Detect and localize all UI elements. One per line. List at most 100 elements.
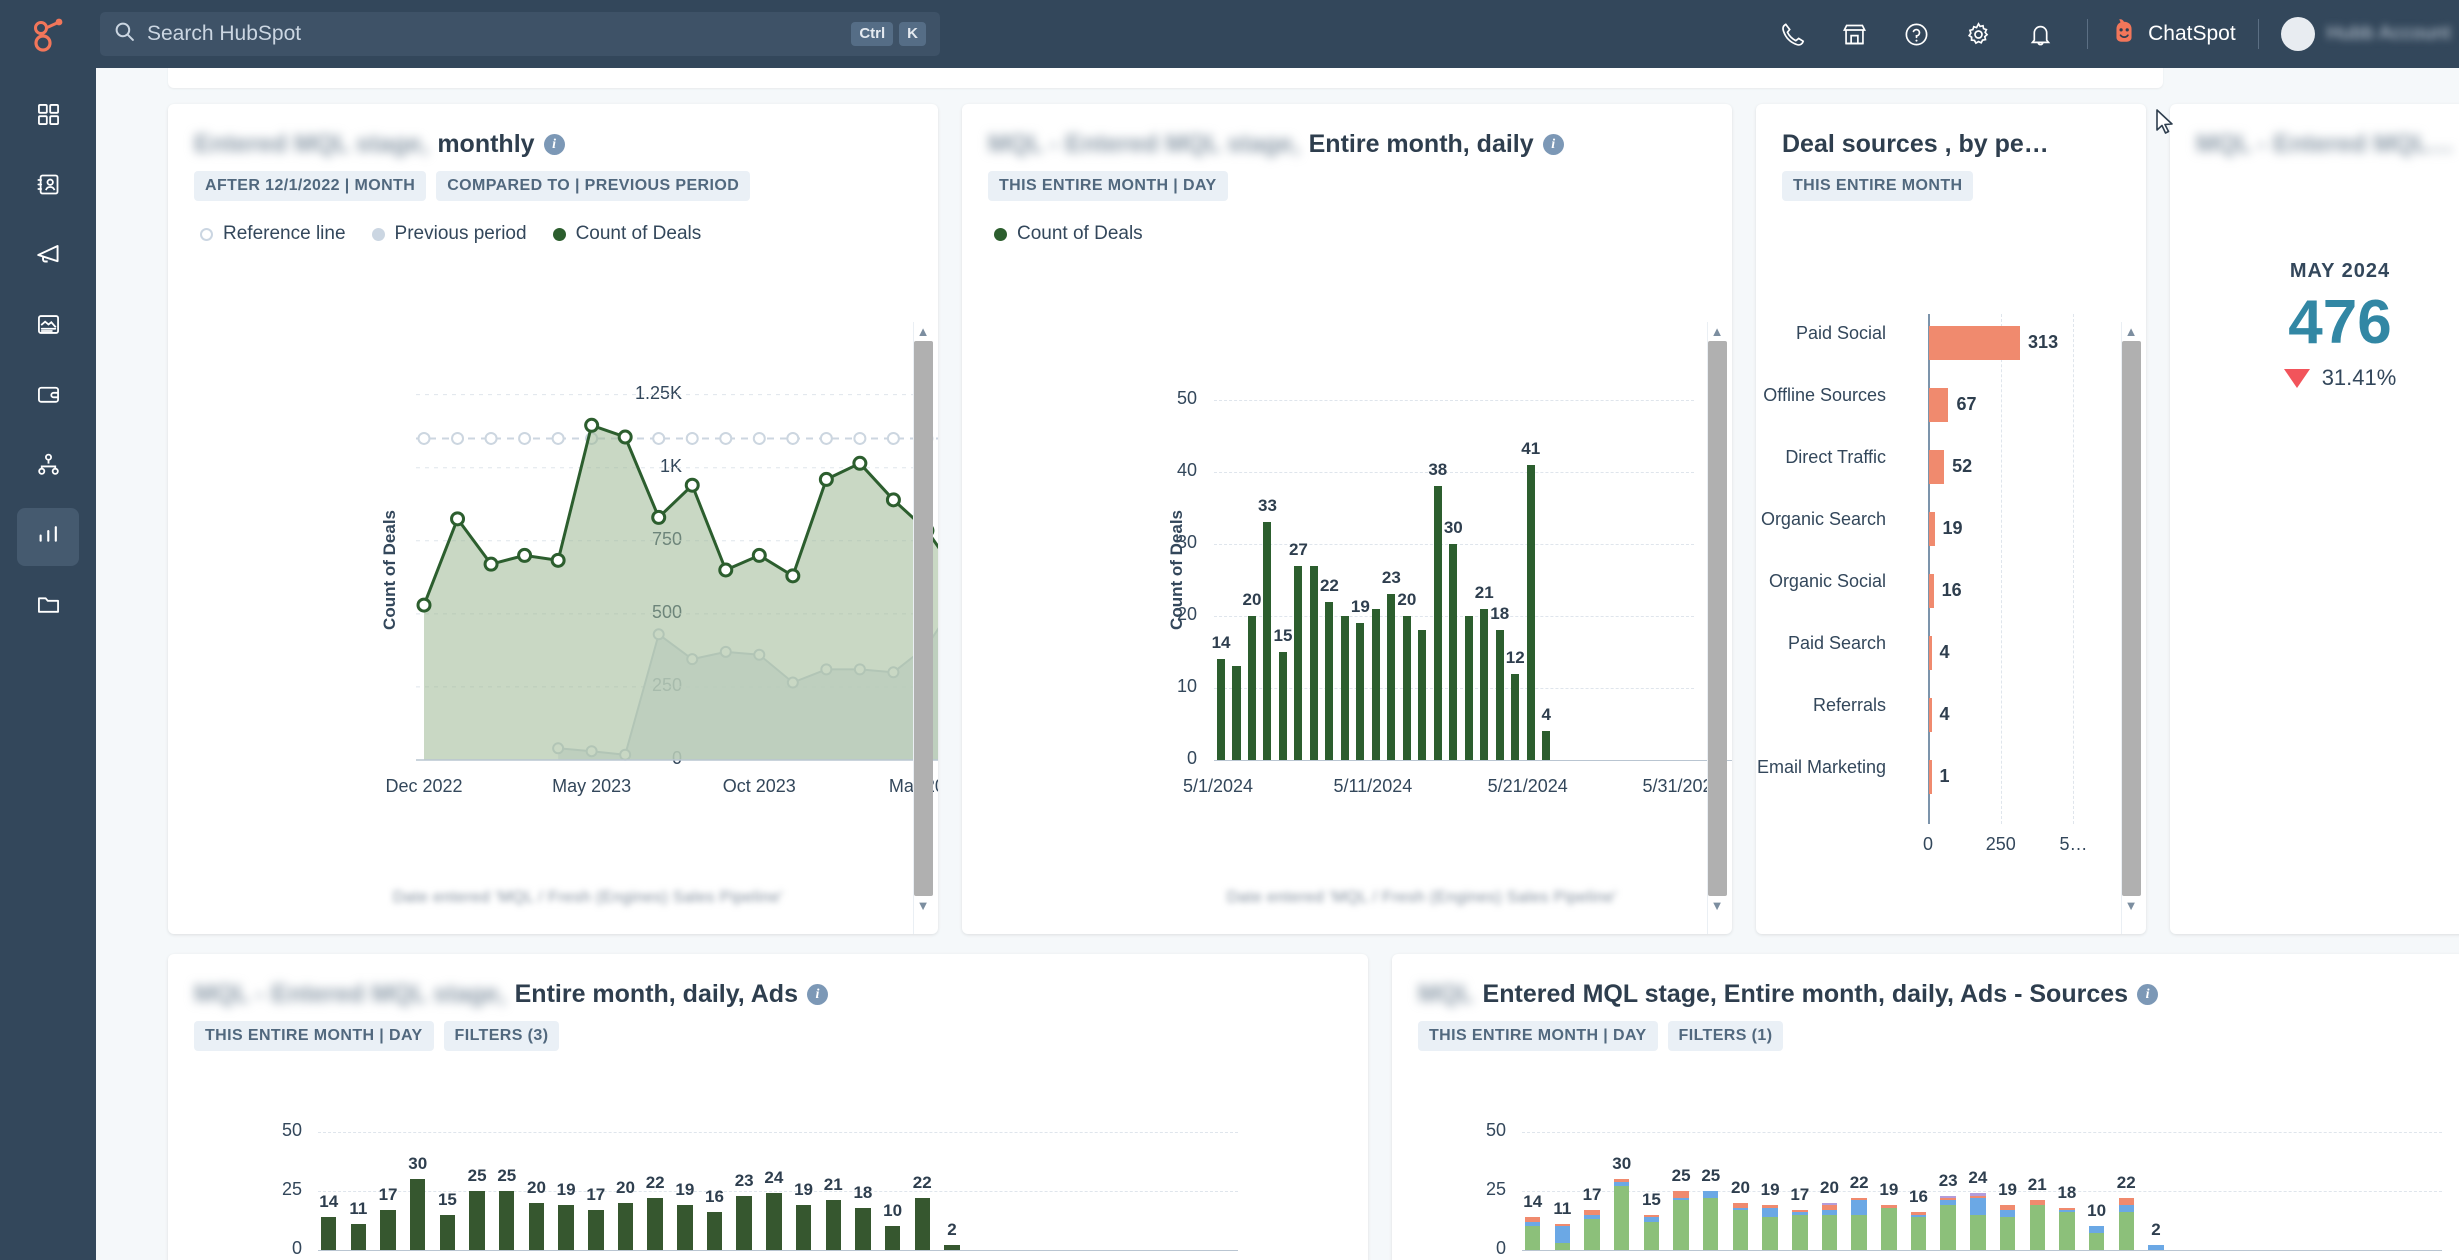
bar-segment[interactable]	[1970, 1195, 1986, 1199]
bar-segment[interactable]	[1970, 1198, 1986, 1215]
bar[interactable]	[1278, 652, 1287, 760]
card-ads-sources[interactable]: MQL Entered MQL stage, Entire month, dai…	[1392, 954, 2459, 1260]
info-icon[interactable]: i	[2137, 984, 2159, 1005]
chip-date-range[interactable]: THIS ENTIRE MONTH | DAY	[988, 171, 1228, 201]
bar-segment[interactable]	[2059, 1207, 2075, 1210]
chart-daily-deals[interactable]: Count of Deals 0 10 20 30 40 50 14 20 33 15 27 22 1…	[962, 340, 1732, 860]
bar-segment[interactable]	[2059, 1209, 2075, 1213]
bar-segment[interactable]	[1732, 1202, 1749, 1208]
bar-segment[interactable]	[1940, 1200, 1956, 1206]
card-scrollbar[interactable]: ▲ ▼	[913, 322, 933, 934]
bar-segment[interactable]	[1525, 1221, 1541, 1227]
bar-segment[interactable]	[1821, 1214, 1838, 1250]
bar[interactable]	[1247, 616, 1256, 760]
legend-item-reference-line[interactable]: Reference line	[200, 223, 346, 245]
bar-segment[interactable]	[1584, 1219, 1600, 1250]
bar[interactable]	[1929, 512, 1935, 546]
bar-segment[interactable]	[1525, 1216, 1541, 1222]
bar-segment[interactable]	[1673, 1198, 1689, 1201]
bar[interactable]	[1217, 659, 1226, 760]
bar-segment[interactable]	[1851, 1200, 1867, 1215]
bar-segment[interactable]	[2029, 1205, 2045, 1250]
bar[interactable]	[528, 1202, 545, 1250]
bar[interactable]	[1929, 450, 1945, 484]
bar[interactable]	[1511, 673, 1520, 760]
bar[interactable]	[825, 1200, 841, 1250]
scroll-down-arrow[interactable]: ▼	[917, 896, 930, 915]
bar-segment[interactable]	[1970, 1214, 1986, 1250]
bar-segment[interactable]	[1554, 1224, 1571, 1227]
bar[interactable]	[350, 1224, 367, 1250]
bar[interactable]	[1480, 608, 1489, 760]
bar[interactable]	[1356, 623, 1365, 760]
sidebar-item-automation[interactable]	[17, 438, 79, 496]
bar-segment[interactable]	[1999, 1205, 2016, 1210]
sidebar-item-commerce[interactable]	[17, 368, 79, 426]
search-input[interactable]: Search HubSpot Ctrl K	[100, 12, 940, 56]
card-daily-deals[interactable]: MQL - Entered MQL stage, Entire month, d…	[962, 104, 1732, 934]
bar[interactable]	[1371, 608, 1380, 760]
legend-item-count-of-deals[interactable]: Count of Deals	[994, 223, 1143, 245]
bar-segment[interactable]	[2118, 1198, 2134, 1206]
bar-segment[interactable]	[1732, 1207, 1749, 1210]
info-icon[interactable]: i	[543, 134, 565, 155]
scroll-up-arrow[interactable]: ▲	[2125, 322, 2138, 341]
bar[interactable]	[1464, 616, 1473, 760]
bar[interactable]	[1387, 594, 1396, 760]
sidebar-item-reporting[interactable]	[17, 508, 79, 566]
chip-filters[interactable]: FILTERS (1)	[1667, 1021, 1784, 1051]
sidebar-item-content[interactable]	[17, 298, 79, 356]
bar[interactable]	[647, 1198, 663, 1250]
bar-segment[interactable]	[1554, 1242, 1571, 1250]
bar-segment[interactable]	[1881, 1205, 1897, 1208]
bar[interactable]	[469, 1191, 485, 1250]
bar[interactable]	[1418, 630, 1427, 760]
phone-icon[interactable]	[1761, 0, 1823, 68]
bar[interactable]	[617, 1202, 634, 1250]
bar[interactable]	[380, 1209, 396, 1250]
chip-date-range[interactable]: THIS ENTIRE MONTH	[1782, 171, 1974, 201]
bar-segment[interactable]	[1792, 1209, 1808, 1213]
bar-segment[interactable]	[1762, 1216, 1778, 1250]
scroll-up-arrow[interactable]: ▲	[917, 322, 930, 341]
chart-ads-daily[interactable]: 0 25 50 14 11 17 30 15 25 25 20 19 17 20 22 19 16 23 24 19 2…	[168, 1094, 1368, 1260]
bar-segment[interactable]	[1614, 1186, 1630, 1250]
bar[interactable]	[588, 1209, 604, 1250]
bar[interactable]	[914, 1198, 930, 1250]
hubspot-sprocket-icon[interactable]	[0, 16, 96, 52]
bar-segment[interactable]	[1851, 1214, 1867, 1250]
bar-segment[interactable]	[1940, 1195, 1956, 1199]
bar[interactable]	[944, 1245, 960, 1250]
bar[interactable]	[766, 1193, 782, 1250]
bar-segment[interactable]	[1732, 1209, 1749, 1250]
card-kpi[interactable]: MQL - Entered MQL… MAY 2024 476 31.41%	[2170, 104, 2459, 934]
bar[interactable]	[706, 1212, 723, 1250]
bar[interactable]	[884, 1226, 901, 1250]
bar[interactable]	[677, 1205, 693, 1250]
bar-segment[interactable]	[1643, 1216, 1660, 1222]
bar-segment[interactable]	[1525, 1226, 1541, 1250]
bar-segment[interactable]	[2059, 1212, 2075, 1250]
scroll-thumb[interactable]	[2121, 341, 2141, 896]
bar[interactable]	[1325, 601, 1334, 760]
bar-segment[interactable]	[1643, 1221, 1660, 1250]
bar[interactable]	[855, 1207, 871, 1250]
bar[interactable]	[410, 1179, 426, 1250]
bar[interactable]	[1929, 326, 2021, 360]
bar-segment[interactable]	[2029, 1200, 2045, 1206]
bar-segment[interactable]	[1940, 1198, 1956, 1201]
bar-segment[interactable]	[1792, 1212, 1808, 1215]
bar[interactable]	[1929, 636, 1932, 670]
card-deal-sources[interactable]: Deal sources , by pe… THIS ENTIRE MONTH …	[1756, 104, 2146, 934]
bar-segment[interactable]	[1910, 1212, 1927, 1215]
chip-date-range[interactable]: THIS ENTIRE MONTH | DAY	[194, 1021, 434, 1051]
chart-ads-sources[interactable]: 0 25 50 14 11 17 30 15 25 25 20 19 17 20 22 19 16 23 24 19 2…	[1392, 1094, 2459, 1260]
bar-segment[interactable]	[1614, 1181, 1630, 1187]
bar-segment[interactable]	[1881, 1207, 1897, 1250]
bar-segment[interactable]	[1821, 1202, 1838, 1206]
bar-segment[interactable]	[1999, 1209, 2016, 1217]
bar-segment[interactable]	[1821, 1209, 1838, 1215]
scroll-thumb[interactable]	[913, 341, 933, 896]
bar[interactable]	[439, 1214, 456, 1250]
bar-segment[interactable]	[1554, 1226, 1571, 1243]
